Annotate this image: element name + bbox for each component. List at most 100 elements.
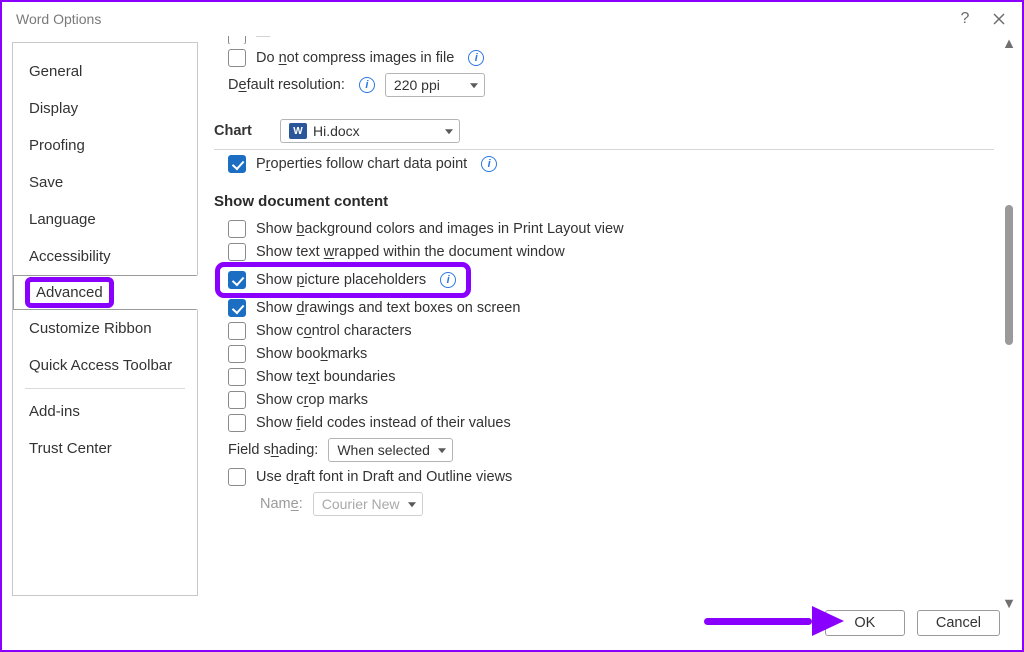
checkbox-label: Show bookmarks	[256, 346, 367, 362]
sidebar-item-proofing[interactable]: Proofing	[13, 127, 197, 164]
sidebar-item-label: Save	[29, 174, 63, 191]
checkbox[interactable]	[228, 243, 246, 261]
scroll-thumb[interactable]	[1005, 205, 1013, 345]
do-not-compress-row: Do not compress images in file	[214, 49, 994, 67]
word-doc-icon	[289, 123, 307, 139]
select-value: When selected	[337, 442, 430, 458]
sidebar-item-trust-center[interactable]: Trust Center	[13, 430, 197, 467]
show-bg-colors-row: Show background colors and images in Pri…	[214, 220, 994, 238]
checkbox-label: Show field codes instead of their values	[256, 415, 511, 431]
sidebar-item-accessibility[interactable]: Accessibility	[13, 238, 197, 275]
show-drawings-row: Show drawings and text boxes on screen	[214, 299, 994, 317]
show-bookmarks-row: Show bookmarks	[214, 345, 994, 363]
info-icon[interactable]	[468, 50, 484, 66]
default-resolution-label: Default resolution:	[228, 77, 345, 93]
dialog-footer: OK Cancel	[2, 602, 1022, 644]
checkbox-picture-placeholders[interactable]	[228, 271, 246, 289]
checkbox[interactable]	[228, 368, 246, 386]
checkbox-chart-properties[interactable]	[228, 155, 246, 173]
options-panel: — Do not compress images in file Default…	[202, 36, 1022, 596]
show-text-wrapped-row: Show text wrapped within the document wi…	[214, 243, 994, 261]
sidebar: General Display Proofing Save Language A…	[12, 42, 198, 596]
sidebar-separator	[25, 388, 185, 389]
checkbox-label: Show drawings and text boxes on screen	[256, 300, 520, 316]
chart-section-title: Chart	[214, 123, 270, 139]
ok-button[interactable]: OK	[825, 610, 905, 636]
font-name-select: Courier New	[313, 492, 423, 516]
button-label: OK	[854, 615, 875, 631]
field-shading-label: Field shading:	[228, 442, 318, 458]
checkbox-label: Show text wrapped within the document wi…	[256, 244, 565, 260]
info-icon[interactable]	[359, 77, 375, 93]
chevron-down-icon	[445, 129, 453, 134]
default-resolution-row: Default resolution: 220 ppi	[214, 73, 994, 97]
scroll-track[interactable]	[1002, 50, 1016, 598]
cancel-button[interactable]: Cancel	[917, 610, 1000, 636]
checkbox-label: Show crop marks	[256, 392, 368, 408]
close-icon	[993, 13, 1005, 25]
sidebar-item-label: Proofing	[29, 137, 85, 154]
scroll-up-icon[interactable]: ▲	[1003, 38, 1015, 50]
checkbox[interactable]	[228, 322, 246, 340]
checkbox-label: Show text boundaries	[256, 369, 395, 385]
sidebar-item-label: Accessibility	[29, 248, 111, 265]
sidebar-item-label: Display	[29, 100, 78, 117]
checkbox-label: Do not compress images in file	[256, 50, 454, 66]
draft-font-name-row: Name: Courier New	[214, 492, 994, 516]
checkbox-label: Use draft font in Draft and Outline view…	[256, 469, 512, 485]
select-value: 220 ppi	[394, 77, 440, 93]
sidebar-item-label: Advanced	[36, 284, 103, 301]
scrollbar[interactable]: ▲ ▼	[1002, 38, 1016, 610]
sidebar-item-advanced[interactable]: Advanced	[13, 275, 198, 310]
sidebar-item-label: General	[29, 63, 82, 80]
show-text-boundaries-row: Show text boundaries	[214, 368, 994, 386]
field-shading-select[interactable]: When selected	[328, 438, 453, 462]
sidebar-item-quick-access[interactable]: Quick Access Toolbar	[13, 347, 197, 384]
sidebar-item-addins[interactable]: Add-ins	[13, 393, 197, 430]
sidebar-item-save[interactable]: Save	[13, 164, 197, 201]
sidebar-item-general[interactable]: General	[13, 53, 197, 90]
chevron-down-icon	[438, 448, 446, 453]
chart-header-row: Chart Hi.docx	[214, 119, 994, 143]
picture-placeholders-highlight: Show picture placeholders	[220, 267, 466, 293]
sidebar-item-label: Customize Ribbon	[29, 320, 152, 337]
help-button[interactable]: ?	[948, 6, 982, 32]
titlebar: Word Options ?	[2, 2, 1022, 36]
checkbox-label: Properties follow chart data point	[256, 156, 467, 172]
guidance-arrow-icon	[704, 606, 844, 636]
checkbox[interactable]	[228, 414, 246, 432]
checkbox-label: Show background colors and images in Pri…	[256, 221, 624, 237]
sidebar-item-display[interactable]: Display	[13, 90, 197, 127]
checkbox-compress[interactable]	[228, 49, 246, 67]
sidebar-item-customize-ribbon[interactable]: Customize Ribbon	[13, 310, 197, 347]
field-shading-row: Field shading: When selected	[214, 438, 994, 462]
checkbox-label: Show control characters	[256, 323, 412, 339]
show-picture-placeholders-row: Show picture placeholders	[214, 267, 994, 293]
checkbox[interactable]	[228, 220, 246, 238]
info-icon[interactable]	[440, 272, 456, 288]
checkbox[interactable]	[228, 36, 246, 44]
clipped-row: —	[214, 36, 994, 44]
checkbox[interactable]	[228, 468, 246, 486]
select-value: Hi.docx	[313, 123, 360, 139]
checkbox[interactable]	[228, 299, 246, 317]
sidebar-item-label: Add-ins	[29, 403, 80, 420]
sidebar-item-label: Trust Center	[29, 440, 112, 457]
default-resolution-select[interactable]: 220 ppi	[385, 73, 485, 97]
doc-content-section-title: Show document content	[214, 193, 994, 210]
chart-properties-row: Properties follow chart data point	[214, 155, 994, 173]
close-button[interactable]	[982, 6, 1016, 32]
checkbox-label: Show picture placeholders	[256, 272, 426, 288]
font-name-label: Name:	[260, 496, 303, 512]
chevron-down-icon	[408, 502, 416, 507]
select-value: Courier New	[322, 496, 400, 512]
sidebar-item-language[interactable]: Language	[13, 201, 197, 238]
chart-file-select[interactable]: Hi.docx	[280, 119, 460, 143]
sidebar-item-label: Language	[29, 211, 96, 228]
info-icon[interactable]	[481, 156, 497, 172]
checkbox[interactable]	[228, 391, 246, 409]
button-label: Cancel	[936, 615, 981, 631]
checkbox[interactable]	[228, 345, 246, 363]
window-title: Word Options	[16, 11, 101, 27]
sidebar-item-label: Quick Access Toolbar	[29, 357, 172, 374]
